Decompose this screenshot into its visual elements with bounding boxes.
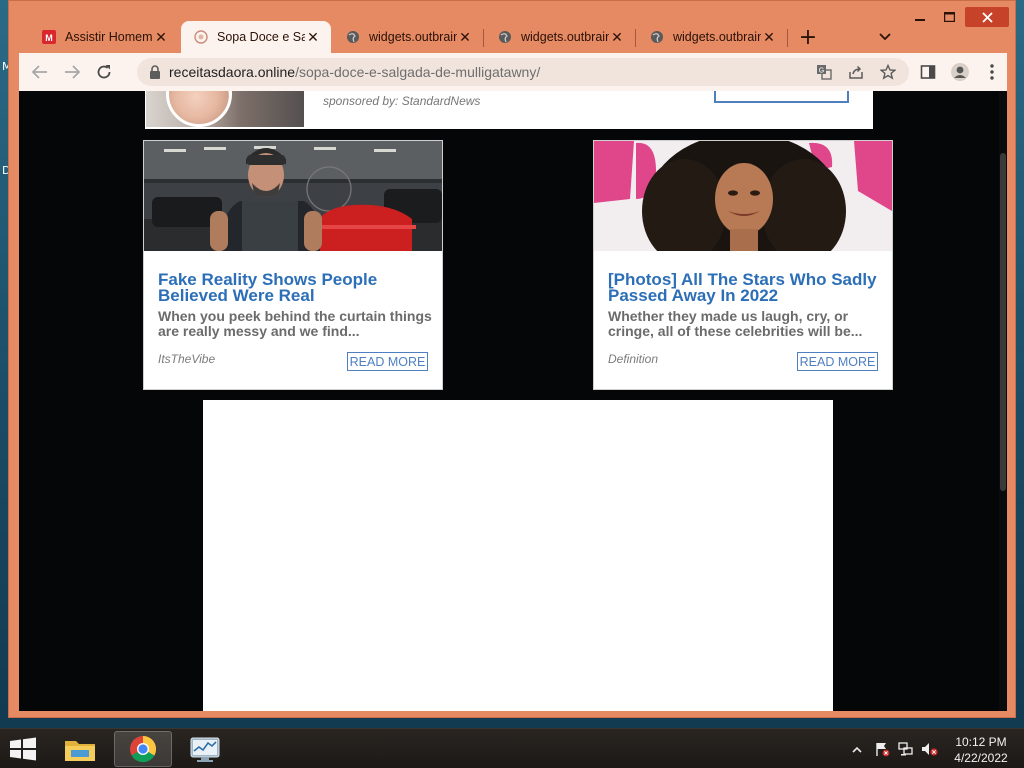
minimize-button[interactable] xyxy=(906,7,934,27)
maximize-button[interactable] xyxy=(935,7,963,27)
tab-widgets-outbrain[interactable]: widgets.outbrain ✕ xyxy=(333,21,483,53)
lock-icon[interactable] xyxy=(149,65,163,79)
tab-title: widgets.outbrain xyxy=(673,30,761,44)
article-card[interactable]: Fake Reality Shows People Believed Were … xyxy=(143,140,443,390)
profile-avatar-icon[interactable] xyxy=(949,61,971,83)
globe-icon xyxy=(345,29,361,45)
tab-strip: M Assistir Homem ✕ Sopa Doce e Sal ✕ wid… xyxy=(9,1,1017,53)
scrollbar-thumb[interactable] xyxy=(1000,153,1006,491)
sponsored-thumbnail[interactable] xyxy=(146,91,304,127)
start-button[interactable] xyxy=(8,737,38,761)
network-icon[interactable] xyxy=(897,741,915,757)
read-more-button[interactable]: READ MORE xyxy=(347,352,428,371)
translate-icon[interactable]: G xyxy=(815,63,833,81)
side-panel-icon[interactable] xyxy=(917,61,939,83)
article-description: When you peek behind the curtain things … xyxy=(158,308,432,339)
taskbar: 10:12 PM 4/22/2022 xyxy=(0,728,1024,768)
menu-kebab-icon[interactable] xyxy=(981,61,1003,83)
url-text[interactable]: receitasdaora.online/sopa-doce-e-salgada… xyxy=(169,64,540,80)
file-explorer-icon[interactable] xyxy=(51,731,109,767)
article-card[interactable]: [Photos] All The Stars Who Sadly Passed … xyxy=(593,140,893,390)
share-icon[interactable] xyxy=(847,63,865,81)
bookmark-star-icon[interactable] xyxy=(879,63,897,81)
close-window-button[interactable] xyxy=(965,7,1009,27)
globe-icon xyxy=(497,29,513,45)
volume-muted-icon[interactable] xyxy=(921,741,939,757)
tab-divider xyxy=(787,29,788,47)
tab-title: Assistir Homem xyxy=(65,30,153,44)
back-button[interactable] xyxy=(29,61,51,83)
svg-text:G: G xyxy=(819,68,824,75)
browser-toolbar: receitasdaora.online/sopa-doce-e-salgada… xyxy=(19,53,1007,91)
close-tab-icon[interactable]: ✕ xyxy=(609,29,625,45)
chrome-icon[interactable] xyxy=(114,731,172,767)
close-tab-icon[interactable]: ✕ xyxy=(761,29,777,45)
clock-time: 10:12 PM xyxy=(955,735,1007,749)
new-tab-button[interactable]: + xyxy=(796,25,820,50)
tab-sopa-doce[interactable]: Sopa Doce e Sal ✕ xyxy=(181,21,331,53)
blank-ad-slot xyxy=(203,400,833,711)
tab-widgets-outbrain[interactable]: widgets.outbrain ✕ xyxy=(637,21,787,53)
svg-text:M: M xyxy=(45,33,53,43)
tab-assistir[interactable]: M Assistir Homem ✕ xyxy=(29,21,179,53)
url-path: /sopa-doce-e-salgada-de-mulligatawny/ xyxy=(295,64,541,80)
clock-date: 4/22/2022 xyxy=(954,751,1008,765)
url-host: receitasdaora.online xyxy=(169,64,296,80)
article-title[interactable]: Fake Reality Shows People Believed Were … xyxy=(158,271,433,304)
tab-title: Sopa Doce e Sal xyxy=(217,30,305,44)
article-source: Definition xyxy=(608,352,659,366)
browser-window: M Assistir Homem ✕ Sopa Doce e Sal ✕ wid… xyxy=(8,0,1016,718)
system-clock[interactable]: 10:12 PM 4/22/2022 xyxy=(948,734,1014,766)
close-tab-icon[interactable]: ✕ xyxy=(457,29,473,45)
sponsored-card-button[interactable] xyxy=(714,91,849,103)
article-source: ItsTheVibe xyxy=(158,352,216,366)
page-viewport: sponsored by: StandardNews Fake Reality … xyxy=(19,91,1007,711)
page-scrollbar[interactable] xyxy=(999,91,1007,711)
article-title[interactable]: [Photos] All The Stars Who Sadly Passed … xyxy=(608,271,883,304)
tab-widgets-outbrain[interactable]: widgets.outbrain ✕ xyxy=(485,21,635,53)
mega-icon: M xyxy=(41,29,57,45)
man-with-cars-photo[interactable] xyxy=(144,141,442,251)
address-bar[interactable]: receitasdaora.online/sopa-doce-e-salgada… xyxy=(137,58,909,86)
action-center-flag-icon[interactable] xyxy=(873,741,891,757)
person-photo xyxy=(166,91,232,127)
site-favicon-icon xyxy=(193,29,209,45)
forward-button[interactable] xyxy=(61,61,83,83)
tab-title: widgets.outbrain xyxy=(369,30,457,44)
sponsor-label: sponsored by: StandardNews xyxy=(323,94,481,108)
read-more-button[interactable]: READ MORE xyxy=(797,352,878,371)
close-tab-icon[interactable]: ✕ xyxy=(153,29,169,45)
show-hidden-icons-chevron-icon[interactable] xyxy=(848,741,866,757)
tab-divider xyxy=(483,29,484,47)
woman-curly-hair-photo[interactable] xyxy=(594,141,892,251)
tab-divider xyxy=(635,29,636,47)
globe-icon xyxy=(649,29,665,45)
article-description: Whether they made us laugh, cry, or crin… xyxy=(608,308,863,339)
tab-search-chevron-icon[interactable] xyxy=(875,27,895,47)
sponsored-card-top[interactable]: sponsored by: StandardNews xyxy=(145,91,873,129)
performance-monitor-icon[interactable] xyxy=(176,731,234,767)
tab-title: widgets.outbrain xyxy=(521,30,609,44)
close-tab-icon[interactable]: ✕ xyxy=(305,29,321,45)
reload-button[interactable] xyxy=(93,61,115,83)
